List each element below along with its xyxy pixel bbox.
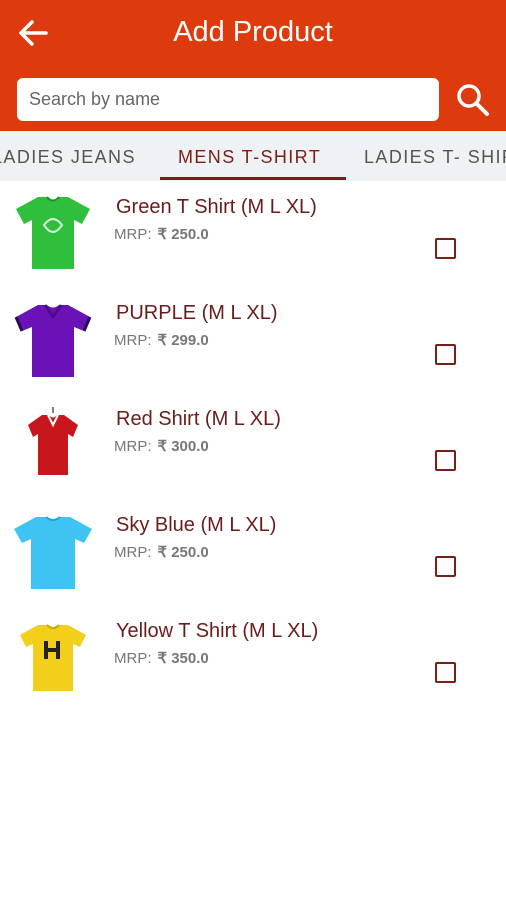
- product-mrp: MRP: ₹ 350.0: [114, 649, 209, 667]
- product-price: ₹ 300.0: [157, 438, 209, 455]
- product-row[interactable]: Yellow T Shirt (M L XL) MRP: ₹ 350.0: [0, 605, 506, 711]
- select-checkbox[interactable]: [435, 662, 456, 683]
- product-mrp: MRP: ₹ 300.0: [114, 437, 209, 455]
- purple-tshirt-image: [14, 304, 92, 377]
- select-checkbox[interactable]: [435, 556, 456, 577]
- product-price: ₹ 250.0: [157, 544, 209, 561]
- tab-ladies-jeans[interactable]: LADIES JEANS: [0, 147, 136, 168]
- product-name: Sky Blue (M L XL): [116, 514, 277, 536]
- select-checkbox[interactable]: [435, 238, 456, 259]
- product-name: Yellow T Shirt (M L XL): [116, 620, 319, 642]
- product-name: Red Shirt (M L XL): [116, 408, 281, 430]
- product-row[interactable]: PURPLE (M L XL) MRP: ₹ 299.0: [0, 287, 506, 393]
- red-shirt-image: [28, 407, 78, 475]
- mrp-label: MRP:: [114, 332, 152, 349]
- search-box[interactable]: [17, 78, 439, 121]
- sky-blue-tshirt-image: [14, 516, 92, 589]
- green-tshirt-image: [16, 196, 90, 269]
- product-mrp: MRP: ₹ 250.0: [114, 225, 209, 243]
- product-price: ₹ 299.0: [157, 332, 209, 349]
- mrp-label: MRP:: [114, 544, 152, 561]
- category-tabs: LADIES JEANS MENS T-SHIRT LADIES T- SHIR…: [0, 131, 506, 181]
- product-row[interactable]: Red Shirt (M L XL) MRP: ₹ 300.0: [0, 393, 506, 499]
- search-input[interactable]: [17, 78, 439, 121]
- product-mrp: MRP: ₹ 250.0: [114, 543, 209, 561]
- app-header: Add Product: [0, 0, 506, 131]
- active-tab-indicator: [160, 177, 346, 180]
- select-checkbox[interactable]: [435, 450, 456, 471]
- product-name: Green T Shirt (M L XL): [116, 196, 317, 218]
- select-checkbox[interactable]: [435, 344, 456, 365]
- mrp-label: MRP:: [114, 650, 152, 667]
- page-title: Add Product: [173, 16, 333, 48]
- tab-mens-tshirt[interactable]: MENS T-SHIRT: [178, 147, 321, 168]
- mrp-label: MRP:: [114, 438, 152, 455]
- product-price: ₹ 250.0: [157, 226, 209, 243]
- tab-ladies-tshirt[interactable]: LADIES T- SHIRT: [364, 147, 506, 168]
- product-row[interactable]: Green T Shirt (M L XL) MRP: ₹ 250.0: [0, 181, 506, 287]
- product-name: PURPLE (M L XL): [116, 302, 278, 324]
- product-mrp: MRP: ₹ 299.0: [114, 331, 209, 349]
- product-price: ₹ 350.0: [157, 650, 209, 667]
- product-row[interactable]: Sky Blue (M L XL) MRP: ₹ 250.0: [0, 499, 506, 605]
- yellow-tshirt-image: [20, 624, 86, 691]
- search-icon[interactable]: [455, 82, 491, 118]
- mrp-label: MRP:: [114, 226, 152, 243]
